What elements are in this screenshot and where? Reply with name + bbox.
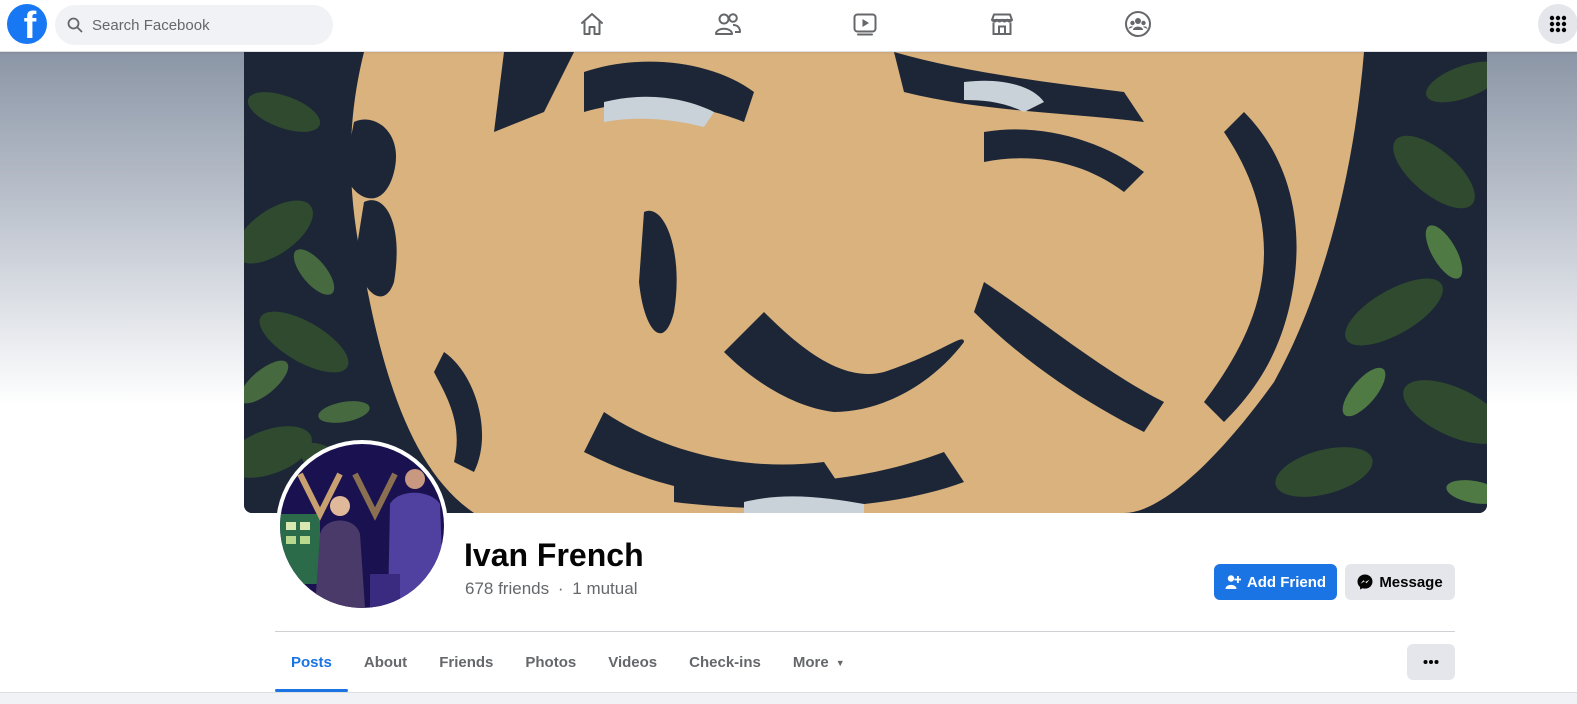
tab-photos[interactable]: Photos: [509, 640, 592, 685]
watch-icon[interactable]: [851, 10, 879, 38]
ellipsis-icon: [1423, 660, 1439, 664]
tab-more[interactable]: More ▼: [777, 640, 861, 685]
tab-posts[interactable]: Posts: [275, 640, 348, 692]
groups-icon[interactable]: [1124, 10, 1152, 38]
mutual-friends[interactable]: 1 mutual: [572, 579, 637, 598]
home-icon[interactable]: [578, 10, 606, 38]
tab-friends[interactable]: Friends: [423, 640, 509, 685]
search-input[interactable]: [92, 16, 312, 34]
message-label: Message: [1379, 573, 1443, 591]
profile-name: Ivan French: [464, 537, 644, 573]
facebook-logo[interactable]: f: [7, 4, 47, 44]
separator-dot: ·: [557, 579, 564, 598]
messenger-icon: [1357, 574, 1373, 590]
profile-picture[interactable]: [276, 440, 448, 612]
message-button[interactable]: Message: [1345, 564, 1455, 600]
tab-more-label: More: [792, 654, 829, 671]
add-friend-button[interactable]: Add Friend: [1214, 564, 1337, 600]
caret-down-icon: ▼: [835, 657, 845, 668]
search-box[interactable]: [55, 5, 333, 45]
grid-menu-icon[interactable]: [1538, 4, 1577, 44]
tab-about[interactable]: About: [348, 640, 423, 685]
more-options-button[interactable]: [1407, 644, 1455, 680]
friends-icon[interactable]: [714, 10, 742, 38]
tab-videos[interactable]: Videos: [592, 640, 673, 685]
tab-check-ins[interactable]: Check-ins: [673, 640, 777, 685]
friends-summary: 678 friends · 1 mutual: [465, 579, 637, 599]
add-friend-icon: [1225, 575, 1241, 589]
add-friend-label: Add Friend: [1246, 573, 1327, 591]
profile-tabs: Posts About Friends Photos Videos Check-…: [275, 640, 861, 692]
cover-photo[interactable]: [244, 52, 1487, 513]
friends-count[interactable]: 678 friends: [465, 579, 549, 598]
profile-divider: [275, 631, 1455, 632]
content-area-edge: [0, 692, 1577, 704]
marketplace-icon[interactable]: [988, 10, 1016, 38]
search-icon: [67, 17, 83, 33]
top-navigation-bar: f: [0, 0, 1577, 52]
